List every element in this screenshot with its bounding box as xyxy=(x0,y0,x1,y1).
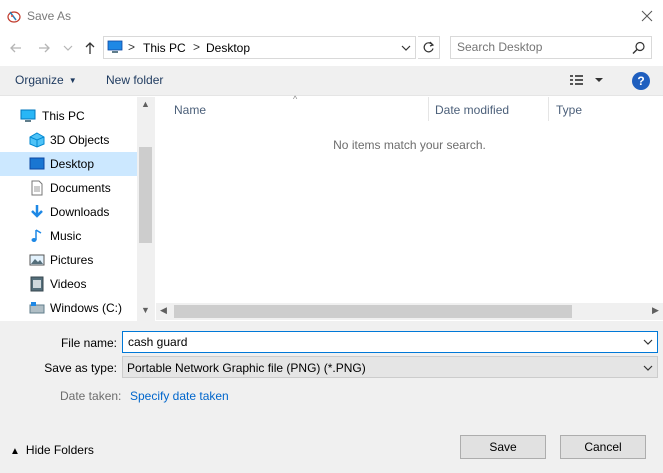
video-icon xyxy=(30,276,44,292)
sidebar-item-label: Desktop xyxy=(50,157,95,171)
sidebar-item-videos[interactable]: Videos xyxy=(0,272,137,296)
scroll-right-icon[interactable]: ▶ xyxy=(652,305,659,316)
sidebar-item-3d-objects[interactable]: 3D Objects xyxy=(0,128,137,152)
help-button[interactable]: ? xyxy=(632,72,650,90)
chevron-down-icon[interactable] xyxy=(641,361,655,375)
refresh-button[interactable] xyxy=(418,36,440,59)
address-dropdown-button[interactable] xyxy=(398,40,414,56)
file-name-combobox[interactable] xyxy=(122,331,658,353)
column-header-name[interactable]: Name xyxy=(174,103,206,117)
sidebar-item-this-pc[interactable]: This PC xyxy=(0,104,137,128)
close-icon xyxy=(641,10,652,22)
scroll-up-icon[interactable]: ▲ xyxy=(137,99,154,113)
close-button[interactable] xyxy=(630,0,663,32)
save-as-type-label: Save as type: xyxy=(44,361,117,375)
back-arrow-icon[interactable] xyxy=(8,40,24,56)
window-title: Save As xyxy=(27,9,72,23)
search-input[interactable] xyxy=(457,40,627,54)
search-box[interactable] xyxy=(450,36,652,59)
organize-menu-button[interactable]: Organize ▼ xyxy=(15,73,77,87)
empty-results-message: No items match your search. xyxy=(333,138,486,152)
scroll-left-icon[interactable]: ◀ xyxy=(160,305,167,316)
refresh-icon xyxy=(423,41,435,53)
sidebar-item-label: Music xyxy=(50,229,82,243)
command-toolbar xyxy=(0,66,663,96)
scrollbar-thumb[interactable] xyxy=(174,305,572,318)
recent-locations-chevron-icon[interactable] xyxy=(62,40,74,56)
sidebar-item-label: This PC xyxy=(42,109,85,123)
sidebar-item-label: Documents xyxy=(50,181,111,195)
cube-icon xyxy=(29,132,45,148)
search-icon[interactable] xyxy=(631,40,647,56)
sidebar-item-label: Videos xyxy=(50,277,87,291)
sort-up-icon: ^ xyxy=(293,94,298,104)
column-divider[interactable] xyxy=(548,97,549,121)
column-header-date-modified[interactable]: Date modified xyxy=(435,103,509,117)
caret-down-icon: ▼ xyxy=(68,76,77,85)
view-options-icon[interactable] xyxy=(569,72,605,88)
sidebar-item-music[interactable]: Music xyxy=(0,224,137,248)
scroll-down-icon[interactable]: ▼ xyxy=(137,305,154,319)
title-bar xyxy=(0,0,663,32)
chevron-down-icon[interactable] xyxy=(641,335,655,349)
sidebar-item-pictures[interactable]: Pictures xyxy=(0,248,137,272)
hide-folders-label: Hide Folders xyxy=(25,443,94,457)
breadcrumb-separator-icon[interactable]: > xyxy=(193,40,200,54)
breadcrumb-separator-icon: > xyxy=(128,40,136,54)
sidebar-item-documents[interactable]: Documents xyxy=(0,176,137,200)
sidebar-item-downloads[interactable]: Downloads xyxy=(0,200,137,224)
breadcrumb-this-pc[interactable]: This PC xyxy=(143,41,186,55)
computer-icon xyxy=(107,40,123,53)
sidebar-item-desktop[interactable]: Desktop xyxy=(0,152,137,176)
sidebar-item-label: Pictures xyxy=(50,253,94,267)
organize-label: Organize xyxy=(15,73,64,87)
music-icon xyxy=(31,229,42,242)
column-divider[interactable] xyxy=(428,97,429,121)
address-bar[interactable]: > This PC > Desktop xyxy=(103,36,416,59)
specify-date-taken-link[interactable]: Specify date taken xyxy=(130,389,229,403)
cancel-button[interactable]: Cancel xyxy=(560,435,646,459)
navigation-pane: This PC 3D Objects Desktop Documents Dow… xyxy=(0,97,155,321)
hide-folders-button[interactable]: ▲ Hide Folders xyxy=(10,443,94,457)
forward-arrow-icon[interactable] xyxy=(36,40,52,56)
sidebar-item-label: Windows (C:) xyxy=(50,301,123,315)
save-as-type-value: Portable Network Graphic file (PNG) (*.P… xyxy=(127,361,366,375)
desktop-icon xyxy=(29,157,45,170)
computer-icon xyxy=(20,109,36,122)
column-header-type[interactable]: Type xyxy=(556,103,582,117)
documents-icon xyxy=(31,180,43,196)
file-list[interactable] xyxy=(156,97,663,321)
up-arrow-icon[interactable] xyxy=(82,40,98,56)
sidebar-item-label: 3D Objects xyxy=(50,133,110,147)
file-name-label: File name: xyxy=(60,336,117,350)
new-folder-button[interactable]: New folder xyxy=(106,73,163,87)
scrollbar-thumb[interactable] xyxy=(139,147,152,243)
date-taken-label: Date taken: xyxy=(60,389,122,403)
pictures-icon xyxy=(29,254,45,266)
sidebar-item-label: Downloads xyxy=(50,205,110,219)
save-button[interactable]: Save xyxy=(460,435,546,459)
save-as-type-select[interactable]: Portable Network Graphic file (PNG) (*.P… xyxy=(122,356,658,378)
sidebar-item-windows-c[interactable]: Windows (C:) xyxy=(0,296,137,320)
drive-icon xyxy=(29,302,45,314)
download-icon xyxy=(31,205,43,218)
paint-app-icon xyxy=(7,11,21,23)
file-name-input[interactable] xyxy=(128,335,628,349)
caret-up-icon: ▲ xyxy=(10,446,20,457)
breadcrumb-desktop[interactable]: Desktop xyxy=(206,41,250,55)
chevron-down-icon xyxy=(401,45,411,51)
